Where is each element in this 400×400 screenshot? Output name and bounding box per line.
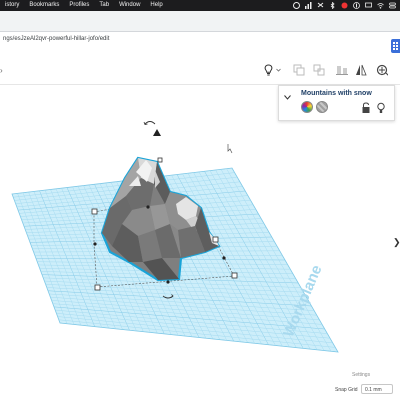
rotate-handle-top-icon[interactable]	[144, 121, 156, 125]
onepassword-icon[interactable]	[353, 2, 360, 9]
menu-bookmarks[interactable]: Bookmarks	[24, 0, 64, 11]
menu-tab[interactable]: Tab	[94, 0, 114, 11]
edge-handle-left[interactable]	[93, 242, 97, 246]
edge-handle-right[interactable]	[222, 256, 226, 260]
address-bar[interactable]: ngs/esJzeAl2qvr-powerful-hillar-jofo/edi…	[0, 31, 400, 47]
menu-help[interactable]: Help	[145, 0, 167, 11]
settings-button[interactable]: Settings	[352, 372, 370, 378]
menu-history[interactable]: istory	[0, 0, 24, 11]
browser-toolbar: ngs/esJzeAl2qvr-powerful-hillar-jofo/edi…	[0, 11, 400, 47]
visibility-bulb-icon[interactable]	[376, 101, 386, 113]
mirror-icon[interactable]	[355, 64, 367, 76]
lightbulb-icon[interactable]	[262, 64, 274, 76]
collapse-chevron-icon[interactable]	[284, 95, 291, 102]
mouse-cursor-icon	[227, 144, 233, 154]
wifi-bars-icon[interactable]	[305, 2, 312, 9]
resize-handle-top[interactable]	[157, 157, 163, 163]
menu-profiles[interactable]: Profiles	[64, 0, 94, 11]
menubar-tray	[293, 0, 396, 11]
address-text[interactable]: ngs/esJzeAl2qvr-powerful-hillar-jofo/edi…	[3, 36, 109, 42]
group-icon[interactable]	[293, 64, 305, 76]
chevron-down-icon[interactable]	[275, 64, 281, 76]
macos-menubar: istory Bookmarks Profiles Tab Window Hel…	[0, 0, 400, 11]
display-icon[interactable]	[365, 2, 372, 9]
cruise-icon[interactable]	[376, 64, 388, 76]
wifi-icon[interactable]	[377, 2, 384, 9]
menu-window[interactable]: Window	[114, 0, 145, 11]
bluetooth-icon[interactable]	[329, 2, 336, 9]
resize-handle-top-left[interactable]	[91, 208, 98, 215]
align-icon[interactable]	[336, 64, 348, 76]
lock-icon[interactable]	[361, 101, 371, 113]
snap-grid-select[interactable]: 0.1 mm	[361, 384, 393, 394]
edge-handle-bottom[interactable]	[166, 280, 170, 284]
control-center-icon[interactable]	[389, 2, 396, 9]
apps-grid-button[interactable]	[391, 39, 400, 53]
resize-handle-right[interactable]	[212, 236, 219, 243]
hole-swatch[interactable]	[316, 101, 328, 113]
solid-color-swatch[interactable]	[301, 101, 313, 113]
dropbox-icon[interactable]	[317, 2, 324, 9]
shape-inspector-panel: Mountains with snow	[278, 85, 395, 121]
lift-arrow-icon[interactable]	[153, 129, 161, 136]
record-icon[interactable]	[341, 2, 348, 9]
ungroup-icon[interactable]	[313, 64, 325, 76]
creative-cloud-icon[interactable]	[293, 2, 300, 9]
edge-handle-top[interactable]	[146, 205, 150, 209]
right-panel-toggle[interactable]: ❯	[393, 237, 400, 248]
grid-icon	[393, 42, 398, 50]
toolbar-scroll-handle[interactable]: ›	[0, 66, 3, 75]
shape-name[interactable]: Mountains with snow	[301, 90, 372, 97]
resize-handle-bottom-right[interactable]	[231, 272, 238, 279]
snap-grid-label: Snap Grid	[335, 387, 358, 393]
workplane-scene[interactable]: Workplane	[0, 86, 400, 400]
3d-viewport[interactable]: Workplane	[0, 86, 400, 400]
resize-handle-bottom-left[interactable]	[94, 284, 101, 291]
